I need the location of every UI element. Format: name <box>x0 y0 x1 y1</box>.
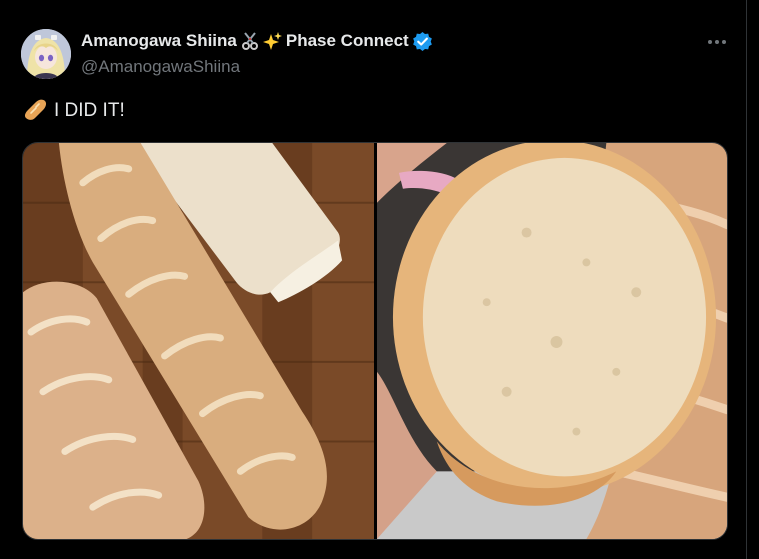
more-horizontal-icon <box>708 40 726 44</box>
bread-loaves-photo <box>23 143 374 539</box>
bread-cross-section-photo <box>377 143 727 539</box>
media-grid <box>22 142 728 540</box>
user-handle[interactable]: @AmanogawaShiina <box>81 57 433 77</box>
display-name[interactable]: Amanogawa Shiina <box>81 31 237 51</box>
avatar-image <box>21 29 71 79</box>
baguette-emoji <box>24 99 47 120</box>
tweet-text-content: I DID IT! <box>54 100 125 121</box>
tweet-text: I DID IT! <box>22 98 125 124</box>
avatar[interactable] <box>21 29 71 79</box>
tweet-header: Amanogawa Shiina Phase Connect @Amanogaw… <box>81 30 433 77</box>
media-photo-2[interactable] <box>377 143 727 539</box>
media-photo-1[interactable] <box>23 143 374 539</box>
display-name-suffix[interactable]: Phase Connect <box>286 31 409 51</box>
column-divider <box>746 0 747 559</box>
tweet-card[interactable]: Amanogawa Shiina Phase Connect @Amanogaw… <box>0 0 747 559</box>
more-options-button[interactable] <box>700 30 734 54</box>
scissors-emoji <box>241 32 258 50</box>
verified-badge-icon[interactable] <box>412 31 433 52</box>
sparkles-emoji <box>262 32 282 50</box>
